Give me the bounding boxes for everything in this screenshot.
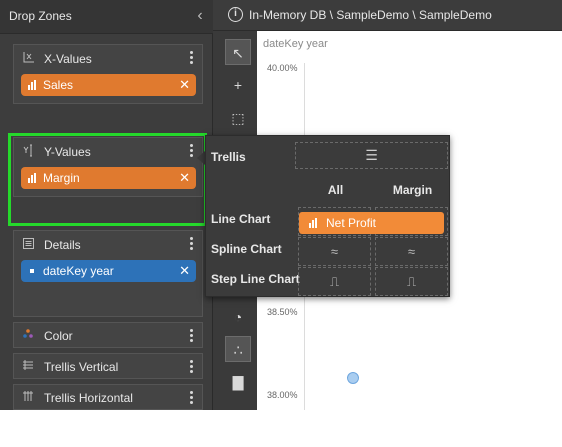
trellis-drop-cell[interactable]: ☰ (295, 142, 448, 169)
selection-tool-icon[interactable]: ⬚ (225, 105, 251, 131)
popup-pointer (197, 151, 205, 165)
trellis-vertical-icon (21, 359, 35, 374)
trellis-label: Trellis (211, 150, 246, 164)
y-tick-label: 38.00% (267, 390, 298, 400)
spline-chart-icon: ≈ (330, 244, 339, 259)
color-label: Color (44, 329, 73, 343)
trellis-vertical-zone[interactable]: Trellis Vertical (13, 353, 203, 379)
spline-chart-margin-cell[interactable]: ≈ (375, 237, 448, 266)
datekey-year-field-label: dateKey year (43, 264, 114, 278)
pie-chart-type-icon[interactable]: ◔ (225, 304, 251, 330)
x-values-menu-icon[interactable] (186, 49, 196, 67)
scatter-chart-type-icon[interactable]: ∴ (225, 336, 251, 362)
trellis-chart-type-popup: Trellis ☰ All Margin Line Chart Spline C… (205, 135, 450, 297)
step-line-chart-icon: ⎍ (406, 274, 417, 289)
column-header-all: All (327, 183, 344, 197)
spline-chart-all-cell[interactable]: ≈ (298, 237, 371, 266)
trellis-horizontal-label: Trellis Horizontal (44, 391, 133, 405)
step-line-chart-all-cell[interactable]: ⎍ (298, 267, 371, 296)
x-values-label: X-Values (44, 52, 92, 66)
palette-icon (21, 328, 35, 343)
measure-icon (28, 80, 38, 90)
row-label-step-line-chart: Step Line Chart (211, 272, 300, 286)
net-profit-label: Net Profit (326, 216, 377, 230)
top-bar: i In-Memory DB \ SampleDemo \ SampleDemo (213, 0, 562, 31)
row-label-line-chart: Line Chart (211, 212, 271, 226)
color-zone[interactable]: Color (13, 322, 203, 348)
x-values-zone[interactable]: X-Values Sales ✕ (13, 44, 203, 104)
trellis-horizontal-icon (21, 390, 35, 405)
column-header-margin: Margin (392, 183, 433, 197)
x-values-header: X-Values (14, 45, 202, 71)
details-icon (21, 237, 35, 253)
scatter-data-point[interactable] (347, 372, 359, 384)
y-values-highlight-box (8, 133, 207, 226)
details-menu-icon[interactable] (186, 235, 196, 253)
details-zone[interactable]: Details dateKey year ✕ (13, 230, 203, 317)
step-line-chart-icon: ⎍ (329, 274, 340, 289)
breadcrumb: In-Memory DB \ SampleDemo \ SampleDemo (249, 8, 492, 22)
pointer-tool-icon[interactable]: ↖ (225, 39, 251, 65)
sales-field-pill[interactable]: Sales ✕ (21, 74, 196, 96)
step-line-chart-margin-cell[interactable]: ⎍ (375, 267, 448, 296)
datekey-year-field-pill[interactable]: dateKey year ✕ (21, 260, 196, 282)
bar-chart-type-icon[interactable]: ▇ (225, 369, 251, 395)
y-tick-label: 38.50% (267, 307, 298, 317)
remove-sales-icon[interactable]: ✕ (179, 77, 190, 93)
trellis-list-icon: ☰ (365, 147, 378, 163)
sales-field-label: Sales (43, 78, 74, 92)
color-menu-icon[interactable] (186, 327, 196, 345)
row-label-spline-chart: Spline Chart (211, 242, 282, 256)
drop-zones-title: Drop Zones (9, 9, 72, 23)
remove-datekey-year-icon[interactable]: ✕ (179, 263, 190, 279)
x-axis-icon (21, 51, 35, 67)
dimension-icon (30, 269, 34, 273)
crosshair-tool-icon[interactable]: + (225, 72, 251, 98)
chart-title: dateKey year (263, 38, 328, 50)
trellis-horizontal-menu-icon[interactable] (186, 389, 196, 407)
details-label: Details (44, 238, 81, 252)
details-header: Details (14, 231, 202, 257)
torn-edge-decoration (0, 410, 562, 447)
measure-icon (309, 218, 319, 228)
collapse-panel-icon[interactable]: ‹ (193, 7, 207, 25)
drop-zones-header: Drop Zones ‹ (0, 0, 213, 34)
trellis-vertical-label: Trellis Vertical (44, 360, 119, 374)
trellis-horizontal-zone[interactable]: Trellis Horizontal (13, 384, 203, 410)
spline-chart-icon: ≈ (407, 244, 416, 259)
trellis-vertical-menu-icon[interactable] (186, 358, 196, 376)
y-tick-label: 40.00% (267, 63, 298, 73)
info-icon[interactable]: i (228, 7, 243, 22)
net-profit-field-pill[interactable]: Net Profit (299, 212, 444, 234)
